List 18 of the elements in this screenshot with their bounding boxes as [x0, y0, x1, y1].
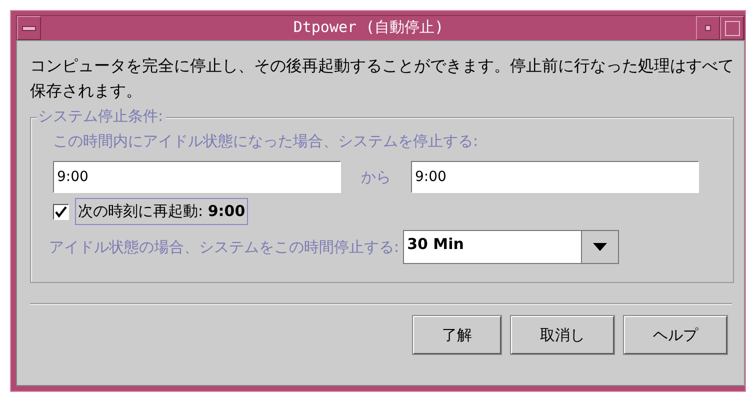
restart-checkbox[interactable] — [53, 204, 69, 220]
end-time-field[interactable]: 9:00 — [411, 161, 699, 193]
description-text: コンピュータを完全に停止し、その後再起動することができます。停止前に行なった処理はすべて保存されます。 — [30, 55, 734, 102]
start-time-field[interactable]: 9:00 — [53, 161, 341, 193]
restart-label[interactable]: 次の時刻に再起動: 9:00 — [75, 198, 248, 225]
idle-time-dropdown[interactable]: 30 Min — [403, 230, 620, 264]
dialog-button[interactable]: 了解 — [413, 316, 501, 354]
minimize-button[interactable] — [696, 16, 720, 40]
dialog-button[interactable]: 取消し — [511, 316, 614, 354]
dialog-button[interactable]: ヘルプ — [624, 316, 727, 354]
window-menu-button[interactable] — [17, 16, 41, 40]
maximize-button[interactable] — [720, 16, 744, 40]
caret-icon — [593, 243, 608, 251]
idle-label: アイドル状態の場合、システムをこの時間停止する: — [49, 238, 400, 256]
window-title: Dtpower (自動停止) — [292, 17, 445, 38]
range-word: から — [361, 168, 391, 186]
range-label: この時間内にアイドル状態になった場合、システムを停止する: — [53, 132, 480, 151]
group-legend: システム停止条件: — [37, 107, 166, 126]
